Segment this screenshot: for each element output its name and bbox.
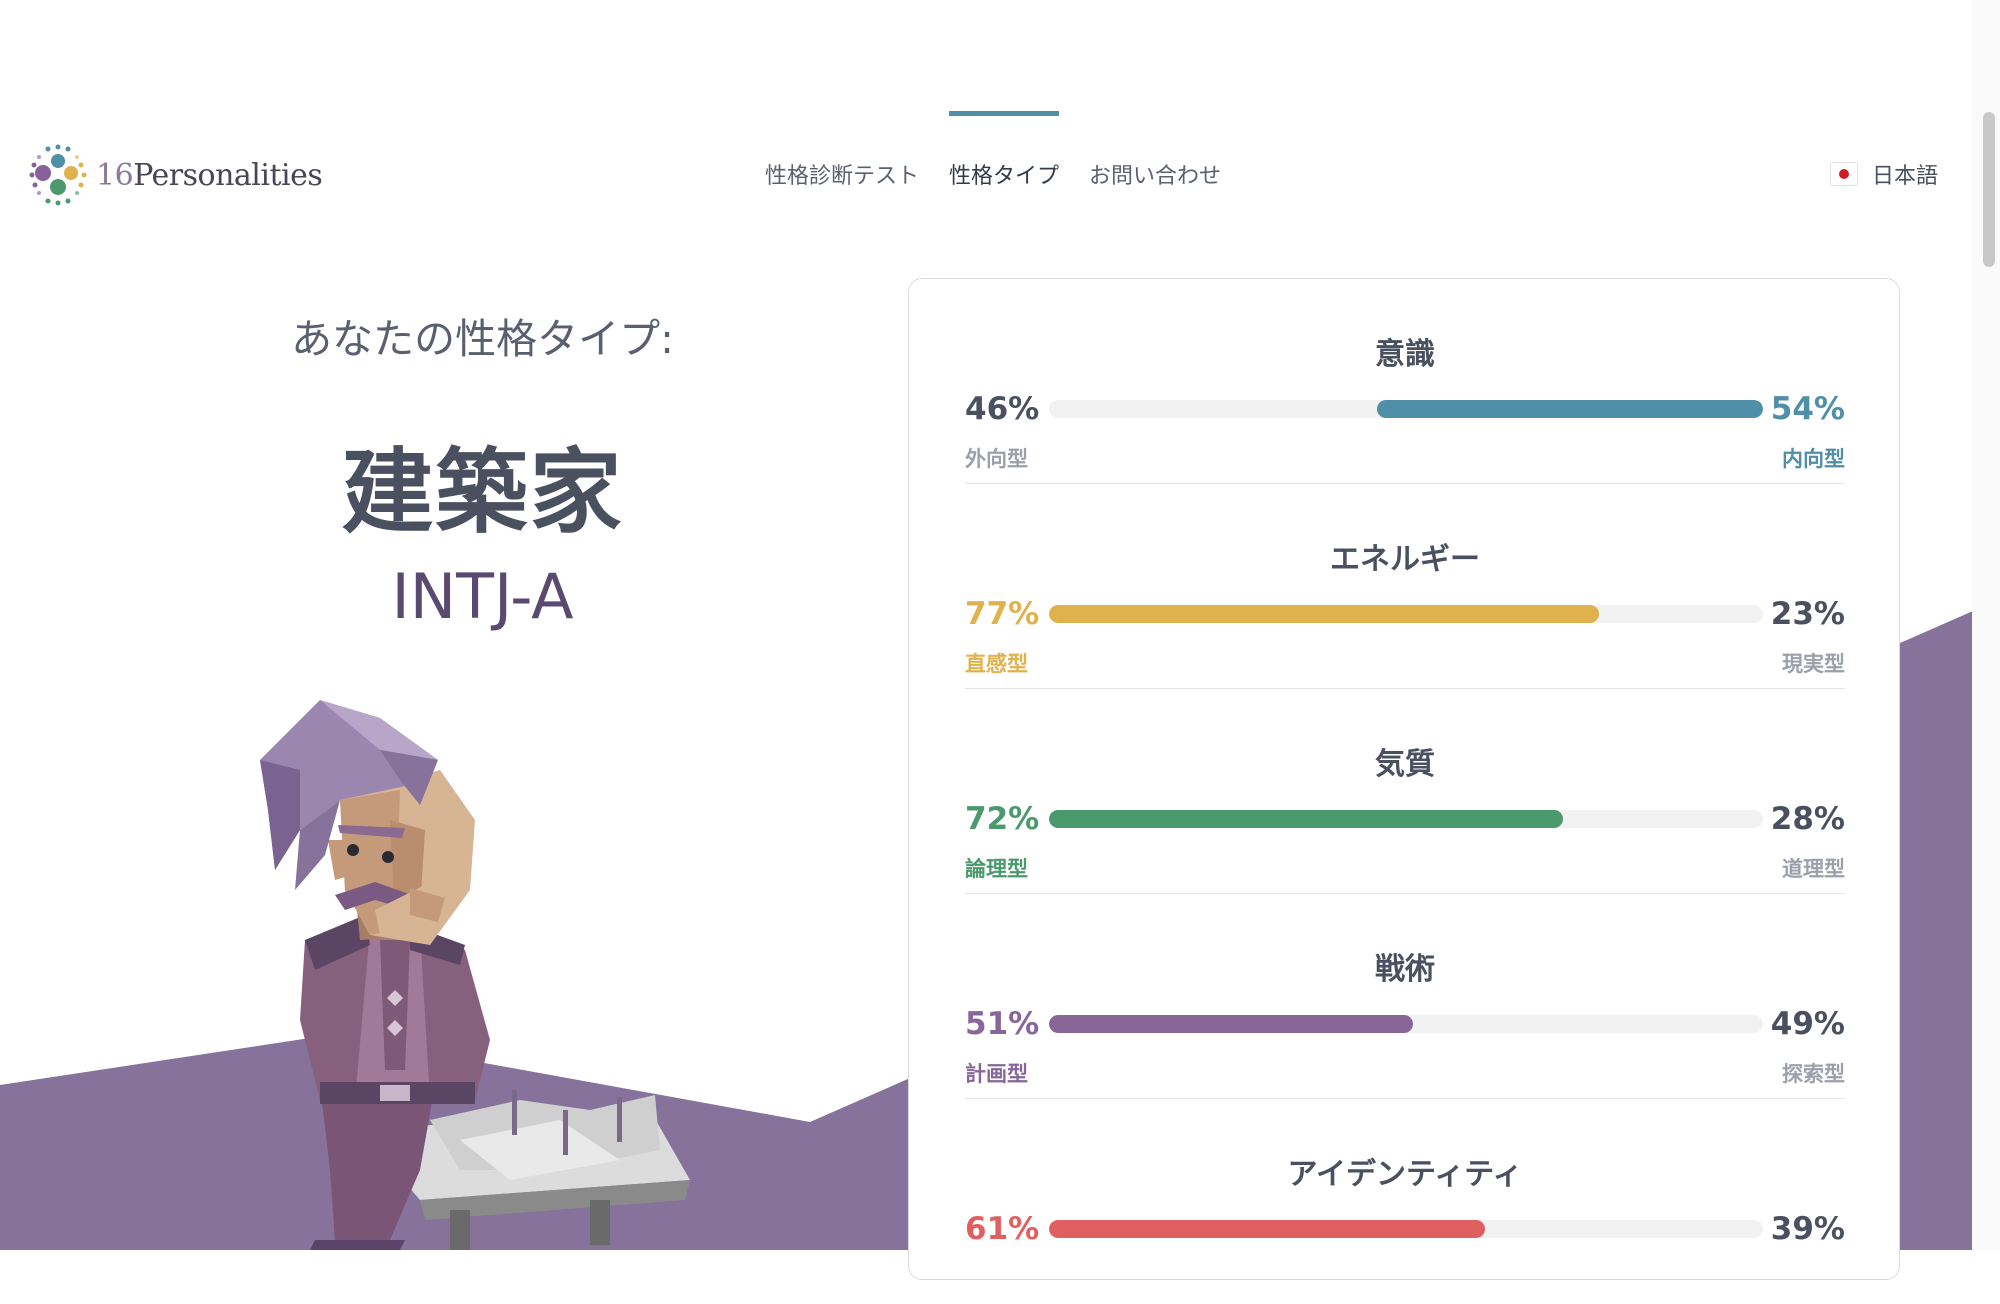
nav-contact[interactable]: お問い合わせ [1089,158,1221,190]
scrollbar[interactable] [1972,0,2000,1250]
trait-title: 気質 [1375,747,1435,782]
trait-bar-fill [1049,810,1564,828]
trait-right-percent: 49% [1770,1006,1845,1042]
traits-card: 意識 46% 54% 外向型 内向型 エネルギー 77% 23% 直感型 現実型… [908,278,1900,1280]
trait-right-label: 現実型 [1782,652,1845,676]
trait-right-percent: 28% [1770,801,1845,837]
logo-text: Personalities [133,157,323,193]
trait-bar-fill [1049,605,1599,623]
trait-row-energy: エネルギー 77% 23% 直感型 現実型 [965,484,1845,689]
trait-left-percent: 61% [965,1211,1040,1247]
japan-flag-icon [1829,162,1858,186]
trait-left-label: 直感型 [965,652,1028,676]
trait-bar-fill [1049,1015,1414,1033]
type-intro-text: あなたの性格タイプ: [291,315,674,363]
trait-right-label: 探索型 [1782,1062,1845,1086]
trait-title: エネルギー [1330,542,1480,577]
trait-title: 意識 [1375,337,1435,372]
trait-right-label: 道理型 [1782,857,1845,881]
trait-right-percent: 54% [1770,391,1845,427]
nav-personality-test[interactable]: 性格診断テスト [765,158,919,190]
trait-left-percent: 46% [965,391,1040,427]
trait-row-mind: 意識 46% 54% 外向型 内向型 [965,279,1845,484]
logo-dots-icon [29,144,87,206]
trait-bar-track [1049,810,1763,828]
trait-left-percent: 51% [965,1006,1040,1042]
trait-left-percent: 72% [965,801,1040,837]
trait-row-identity: アイデンティティ 61% 39% [965,1099,1845,1304]
trait-right-percent: 23% [1770,596,1845,632]
main-nav: 性格診断テスト 性格タイプ お問い合わせ [765,111,1221,190]
type-code: INTJ-A [391,560,574,633]
trait-bar-track [1049,605,1763,623]
trait-left-label: 計画型 [965,1062,1028,1086]
nav-personality-types[interactable]: 性格タイプ [949,111,1060,190]
trait-left-label: 論理型 [965,857,1028,881]
trait-left-percent: 77% [965,596,1040,632]
trait-left-label: 外向型 [965,447,1028,471]
trait-bar-fill [1377,400,1763,418]
trait-bar-track [1049,1220,1763,1238]
scrollbar-thumb[interactable] [1983,112,1995,267]
trait-row-tactics: 戦術 51% 49% 計画型 探索型 [965,894,1845,1099]
language-label: 日本語 [1871,164,1938,189]
trait-title: アイデンティティ [1287,1157,1523,1192]
architect-character-illustration [260,700,690,1250]
logo-number: 16 [96,157,134,193]
trait-right-label: 内向型 [1782,447,1845,471]
trait-bar-track [1049,1015,1763,1033]
trait-bar-fill [1049,1220,1485,1238]
trait-title: 戦術 [1375,952,1435,987]
type-name: 建築家 [341,439,624,546]
trait-row-nature: 気質 72% 28% 論理型 道理型 [965,689,1845,894]
trait-bar-track [1049,400,1763,418]
logo[interactable]: 16Personalities [26,143,323,207]
language-selector[interactable]: 日本語 [1829,158,1938,190]
trait-right-percent: 39% [1770,1211,1845,1247]
